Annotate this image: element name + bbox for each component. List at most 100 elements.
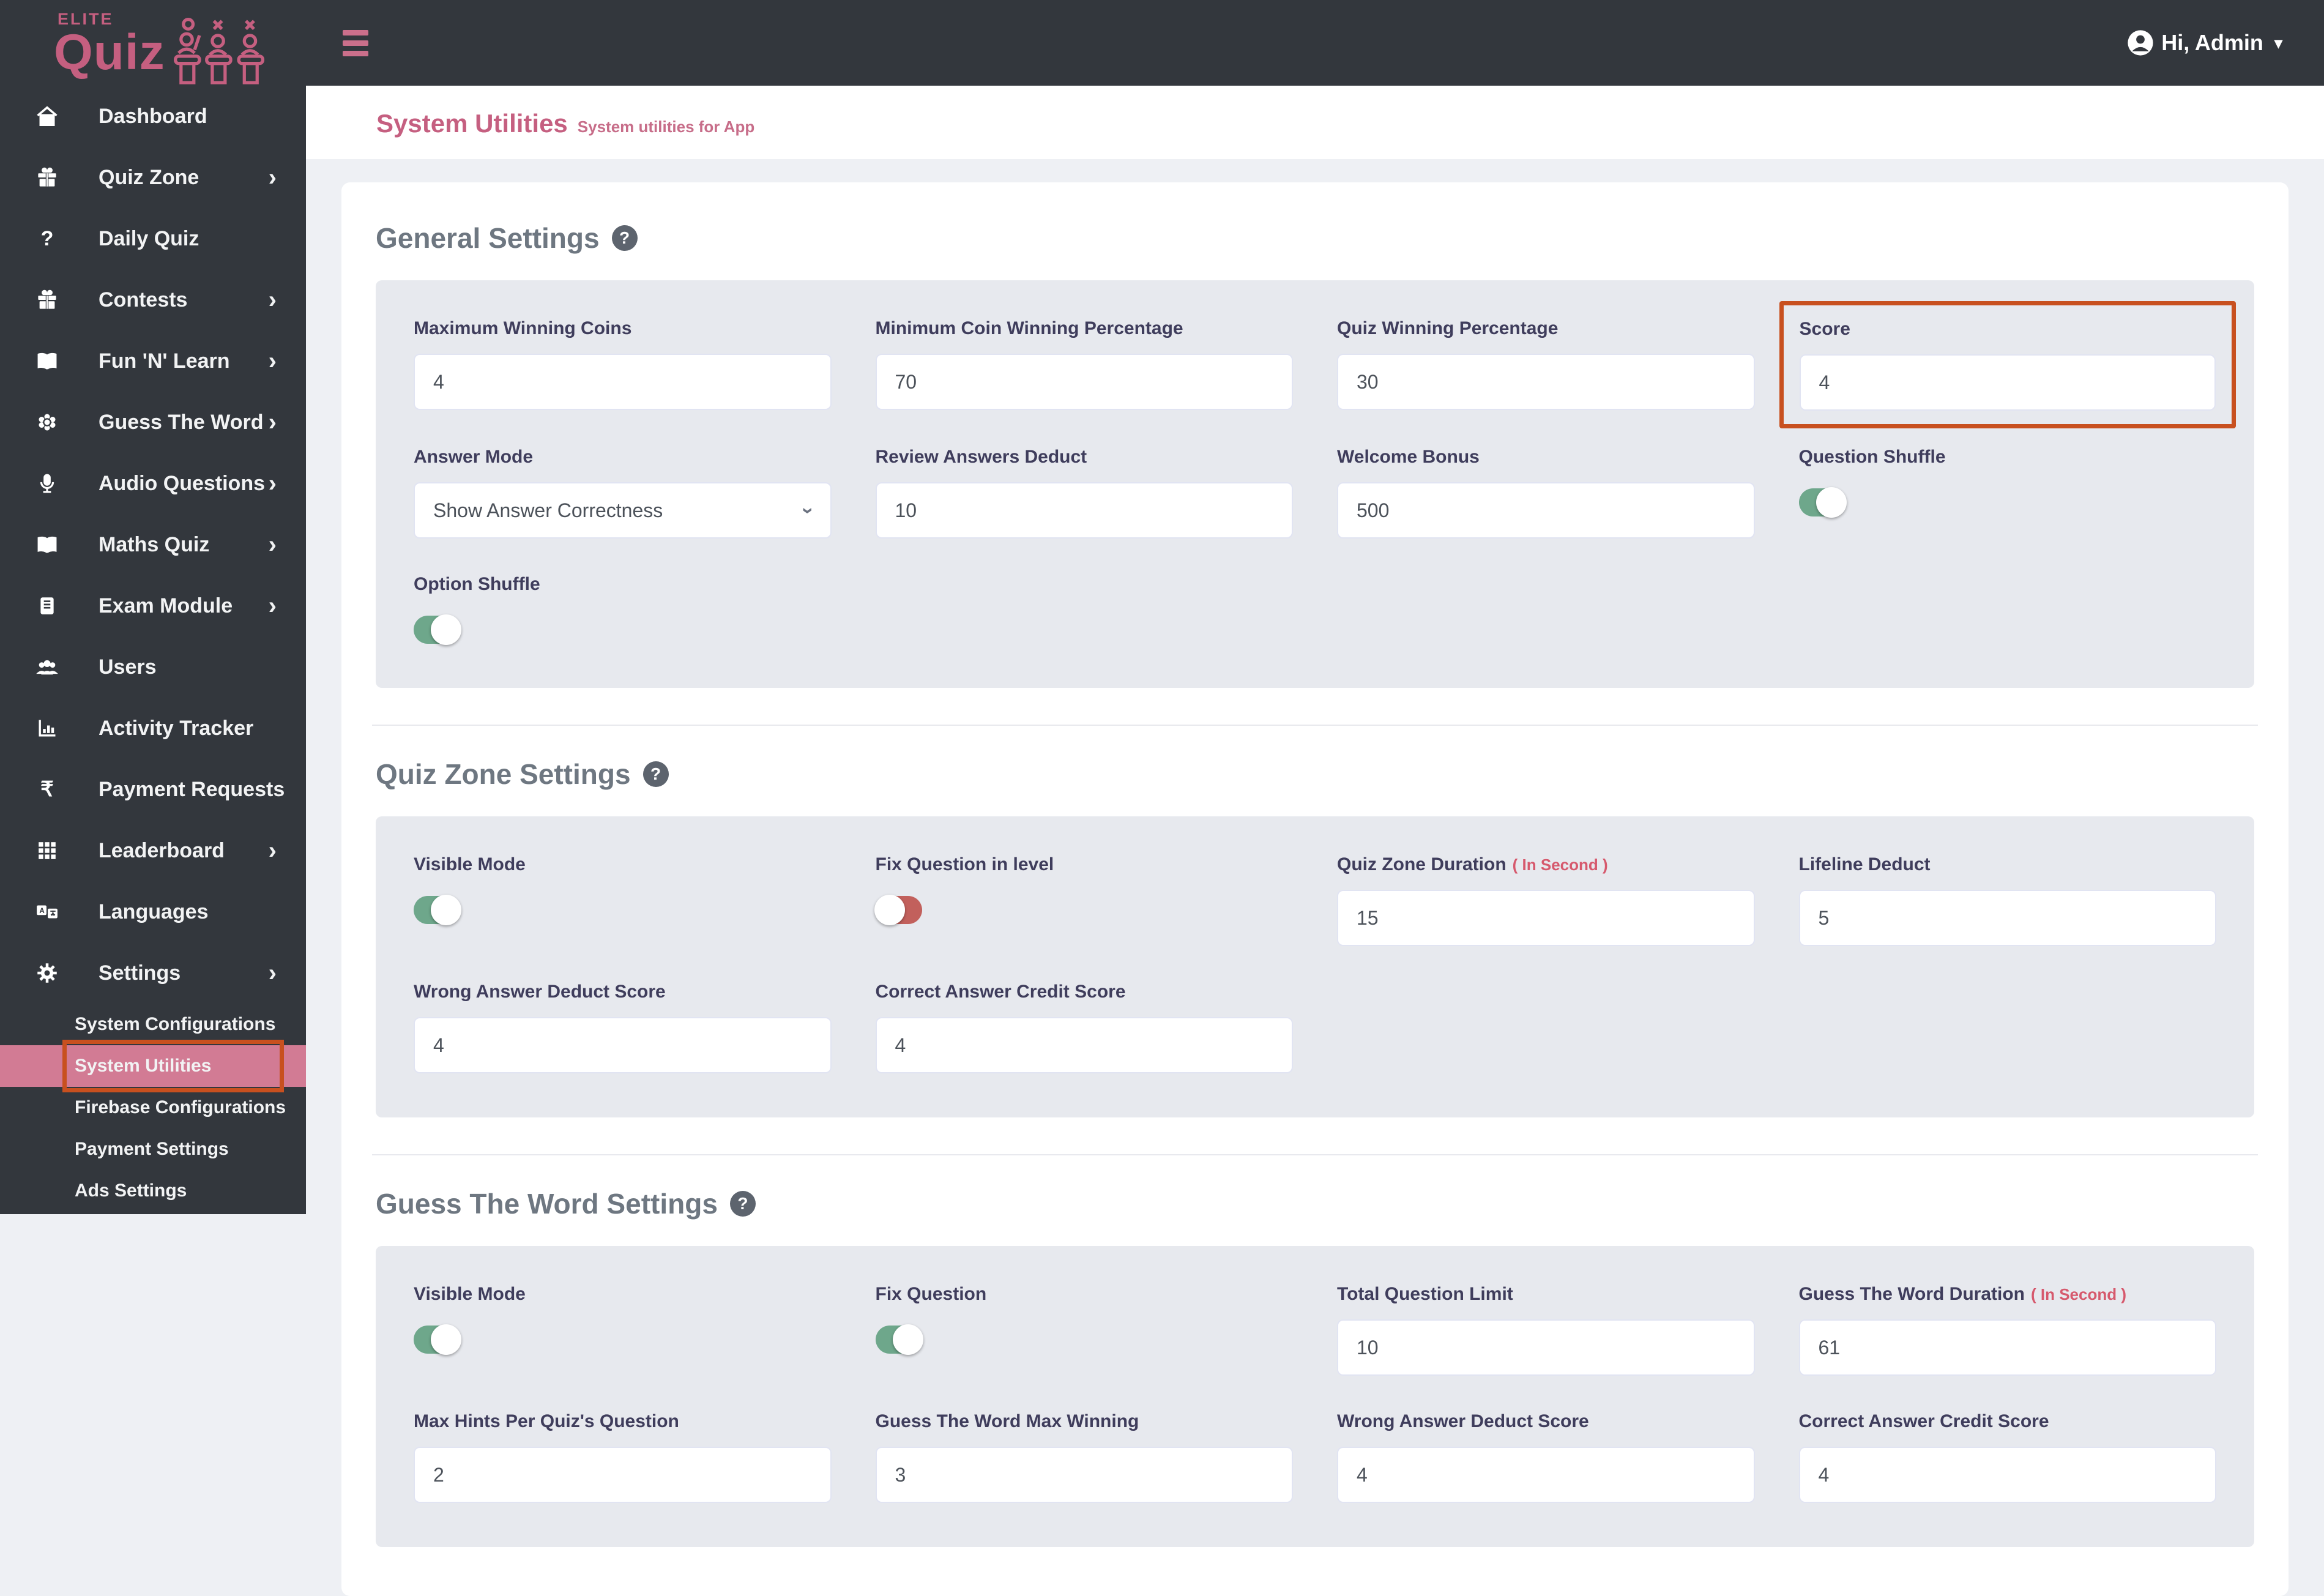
minimum-coin-winning-percentage-input[interactable]: [875, 354, 1293, 410]
logo-people-icon: [171, 18, 269, 85]
page-header: System Utilities System utilities for Ap…: [306, 86, 2324, 159]
section-divider: [372, 1154, 2258, 1155]
field-gtw-wrong-answer-deduct-score: Wrong Answer Deduct Score: [1337, 1411, 1755, 1503]
correct-answer-credit-score-input[interactable]: [875, 1017, 1293, 1073]
fix-question-in-level-toggle[interactable]: [874, 895, 922, 925]
field-correct-answer-credit-score: Correct Answer Credit Score: [875, 982, 1293, 1073]
help-icon[interactable]: ?: [642, 761, 669, 787]
guess-the-word-settings-panel: Visible Mode Fix Question Total Question…: [376, 1246, 2254, 1547]
maximum-winning-coins-input[interactable]: [414, 354, 832, 410]
sidebar-item-payment-requests[interactable]: ₹ Payment Requests: [0, 759, 306, 820]
sidebar-item-guess-the-word[interactable]: Guess The Word ›: [0, 392, 306, 453]
page-subtitle: System utilities for App: [577, 117, 755, 136]
field-lifeline-deduct: Lifeline Deduct: [1798, 854, 2216, 946]
field-max-hints: Max Hints Per Quiz's Question: [414, 1411, 832, 1503]
field-gtw-duration: Guess The Word Duration ( In Second ): [1798, 1284, 2216, 1376]
total-question-limit-input[interactable]: [1337, 1319, 1755, 1376]
sidebar-item-leaderboard[interactable]: Leaderboard ›: [0, 820, 306, 881]
in-second-note: ( In Second ): [2030, 1285, 2126, 1303]
chevron-right-icon: ›: [268, 409, 277, 436]
chevron-right-icon: ›: [268, 164, 277, 191]
sidebar-item-quiz-zone[interactable]: Quiz Zone ›: [0, 147, 306, 208]
sidebar-item-maths-quiz[interactable]: Maths Quiz ›: [0, 514, 306, 575]
max-hints-input[interactable]: [414, 1447, 832, 1503]
sidebar-subitem-ads-settings[interactable]: Ads Settings: [0, 1170, 306, 1212]
help-icon[interactable]: ?: [729, 1191, 756, 1217]
gtw-duration-input[interactable]: [1798, 1319, 2216, 1376]
field-question-shuffle: Question Shuffle: [1798, 447, 2217, 539]
field-welcome-bonus: Welcome Bonus: [1337, 447, 1755, 539]
sidebar-item-fun-n-learn[interactable]: Fun 'N' Learn ›: [0, 330, 306, 392]
settings-card: General Settings ? Maximum Winning Coins…: [341, 182, 2289, 1596]
answer-mode-select[interactable]: Show Answer Correctness ›: [414, 482, 832, 539]
score-input[interactable]: [1799, 354, 2216, 411]
gtw-fix-question-toggle[interactable]: [875, 1324, 923, 1355]
review-answers-deduct-input[interactable]: [875, 482, 1293, 539]
field-answer-mode: Answer Mode Show Answer Correctness ›: [414, 447, 832, 539]
chevron-right-icon: ›: [268, 960, 277, 986]
sidebar-item-activity-tracker[interactable]: Activity Tracker: [0, 698, 306, 759]
field-quiz-zone-duration: Quiz Zone Duration ( In Second ): [1337, 854, 1755, 946]
gtw-wrong-answer-deduct-score-input[interactable]: [1337, 1447, 1755, 1503]
sidebar-item-languages[interactable]: A Languages: [0, 881, 306, 942]
sidebar-item-daily-quiz[interactable]: ? Daily Quiz: [0, 208, 306, 269]
sidebar-item-users[interactable]: Users: [0, 636, 306, 698]
sidebar-item-audio-questions[interactable]: Audio Questions ›: [0, 453, 306, 514]
quiz-winning-percentage-input[interactable]: [1337, 354, 1755, 410]
caret-down-icon: ▾: [2274, 33, 2282, 52]
score-highlight-outline: Score: [1779, 301, 2236, 428]
flower-icon: [34, 411, 61, 433]
wrong-answer-deduct-score-input[interactable]: [414, 1017, 832, 1073]
open-book-icon: [34, 349, 61, 373]
gtw-max-winning-input[interactable]: [875, 1447, 1293, 1503]
sidebar-item-settings[interactable]: Settings ›: [0, 942, 306, 1004]
users-icon: [34, 655, 61, 679]
sidebar-subitem-payment-settings[interactable]: Payment Settings: [0, 1128, 306, 1170]
field-maximum-winning-coins: Maximum Winning Coins: [414, 318, 832, 411]
field-review-answers-deduct: Review Answers Deduct: [875, 447, 1293, 539]
section-title-quiz-zone: Quiz Zone Settings: [376, 758, 631, 790]
sidebar-item-dashboard[interactable]: Dashboard: [0, 86, 306, 147]
lifeline-deduct-input[interactable]: [1798, 890, 2216, 946]
chevron-right-icon: ›: [268, 837, 277, 864]
field-gtw-max-winning: Guess The Word Max Winning: [875, 1411, 1293, 1503]
sidebar-item-contests[interactable]: Contests ›: [0, 269, 306, 330]
sidebar-subitem-system-utilities[interactable]: System Utilities: [0, 1040, 306, 1092]
chevron-right-icon: ›: [268, 531, 277, 558]
bar-chart-icon: [34, 717, 61, 739]
option-shuffle-toggle[interactable]: [414, 614, 461, 645]
sidebar-toggle-hamburger-icon[interactable]: [343, 29, 368, 56]
section-divider: [372, 725, 2258, 726]
rupee-icon: ₹: [40, 778, 54, 801]
select-caret-icon: ›: [797, 507, 821, 514]
question-icon: ?: [40, 227, 54, 250]
chevron-right-icon: ›: [268, 286, 277, 313]
field-quiz-winning-percentage: Quiz Winning Percentage: [1337, 318, 1755, 411]
home-icon: [34, 105, 61, 128]
welcome-bonus-input[interactable]: [1337, 482, 1755, 539]
sidebar-subitem-system-configurations[interactable]: System Configurations: [0, 1004, 306, 1045]
field-gtw-fix-question: Fix Question: [875, 1284, 1294, 1376]
field-visible-mode: Visible Mode: [414, 854, 832, 946]
chevron-right-icon: ›: [268, 470, 277, 497]
gtw-visible-mode-toggle[interactable]: [414, 1324, 461, 1355]
help-icon[interactable]: ?: [611, 225, 638, 251]
field-wrong-answer-deduct-score: Wrong Answer Deduct Score: [414, 982, 832, 1073]
sidebar-item-exam-module[interactable]: Exam Module ›: [0, 575, 306, 636]
sidebar-subitem-firebase-configurations[interactable]: Firebase Configurations: [0, 1087, 306, 1128]
sidebar-nav: Dashboard Quiz Zone › ? Daily Quiz Conte…: [0, 86, 306, 1214]
logo-quiz-text: Quiz: [54, 24, 165, 80]
field-fix-question-in-level: Fix Question in level: [874, 854, 1294, 946]
user-greeting: Hi, Admin: [2161, 30, 2263, 55]
app-logo[interactable]: ELITE Quiz: [0, 0, 306, 86]
user-dropdown[interactable]: Hi, Admin ▾: [2127, 29, 2282, 56]
gtw-correct-answer-credit-score-input[interactable]: [1798, 1447, 2216, 1503]
page-title: System Utilities: [376, 109, 568, 138]
question-shuffle-toggle[interactable]: [1798, 487, 1847, 518]
field-total-question-limit: Total Question Limit: [1337, 1284, 1755, 1376]
quiz-zone-duration-input[interactable]: [1337, 890, 1755, 946]
main-content: System Utilities System utilities for Ap…: [306, 86, 2324, 1596]
grid-icon: [34, 840, 61, 861]
visible-mode-toggle[interactable]: [414, 895, 461, 925]
field-score: Score: [1779, 301, 2236, 428]
